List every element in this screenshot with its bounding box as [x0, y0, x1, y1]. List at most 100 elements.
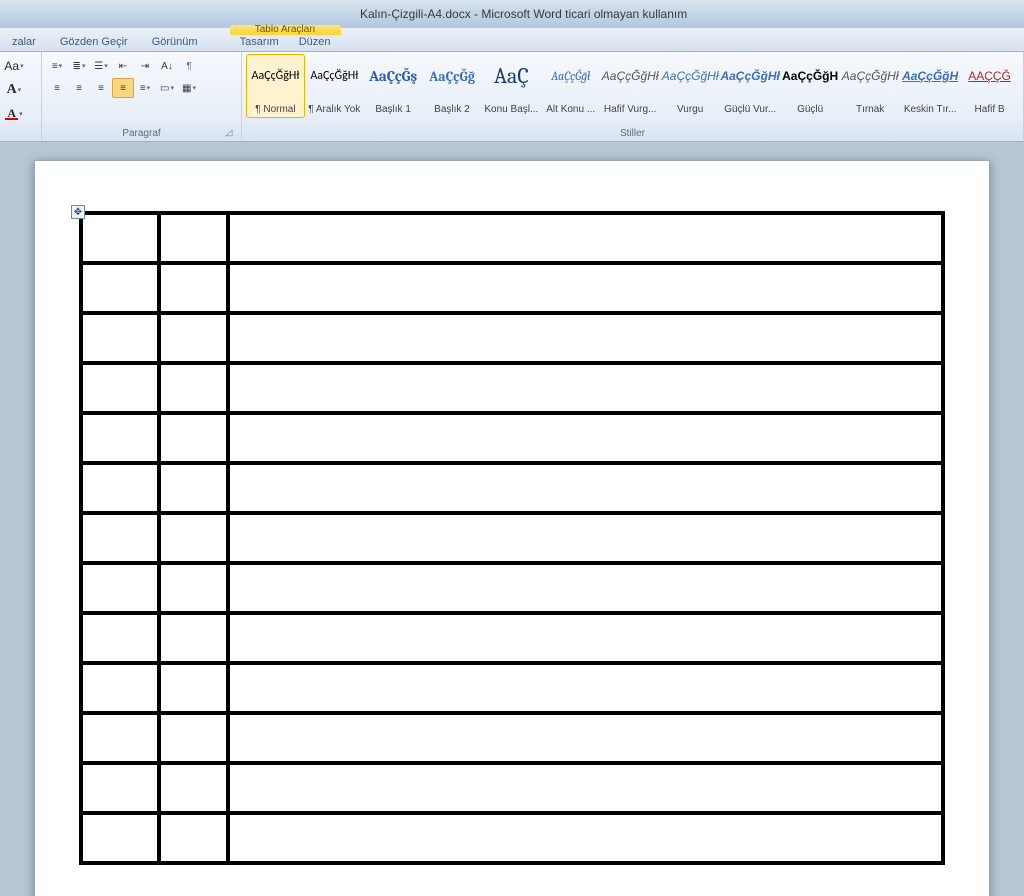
style-item-st-quote[interactable]: AaÇçĞğHłTırnak — [840, 54, 900, 118]
style-item-st-sub[interactable]: AaÇçĞğłAlt Konu ... — [541, 54, 600, 118]
change-case-button[interactable]: Aa — [4, 56, 24, 76]
style-item-st-h2[interactable]: AaÇçĞğBaşlık 2 — [423, 54, 482, 118]
line-spacing-button[interactable] — [134, 78, 156, 98]
style-item-st-nospace[interactable]: AaÇçĞğHł¶ Aralık Yok — [305, 54, 364, 118]
table-row[interactable] — [81, 313, 943, 363]
numbering-button[interactable] — [68, 56, 90, 76]
table-cell[interactable] — [159, 313, 228, 363]
table-cell[interactable] — [81, 763, 159, 813]
table-row[interactable] — [81, 613, 943, 663]
table-cell[interactable] — [228, 663, 943, 713]
table-cell[interactable] — [81, 813, 159, 863]
style-label: Güçlü Vur... — [723, 104, 777, 115]
table-row[interactable] — [81, 663, 943, 713]
borders-button[interactable] — [178, 78, 200, 98]
table-cell[interactable] — [81, 213, 159, 263]
table-row[interactable] — [81, 213, 943, 263]
table-cell[interactable] — [159, 663, 228, 713]
table-cell[interactable] — [159, 563, 228, 613]
font-color-button[interactable]: A — [4, 104, 24, 124]
table-row[interactable] — [81, 763, 943, 813]
style-item-st-normal[interactable]: AaÇçĞğHł¶ Normal — [246, 54, 305, 118]
table-cell[interactable] — [228, 463, 943, 513]
style-item-st-strong[interactable]: AaÇçĞğHGüçlü — [780, 54, 840, 118]
style-item-st-semp[interactable]: AaÇçĞğHłGüçlü Vur... — [720, 54, 780, 118]
table-cell[interactable] — [159, 813, 228, 863]
style-item-st-lite[interactable]: AaÇçĞğHłHafif Vurg... — [600, 54, 660, 118]
table-cell[interactable] — [228, 713, 943, 763]
tab-view[interactable]: Görünüm — [140, 32, 210, 51]
table-cell[interactable] — [228, 313, 943, 363]
table-cell[interactable] — [228, 563, 943, 613]
table-cell[interactable] — [81, 663, 159, 713]
page[interactable]: ✥ — [34, 160, 990, 896]
increase-indent-button[interactable] — [134, 56, 156, 76]
table-cell[interactable] — [159, 763, 228, 813]
tab-review[interactable]: Gözden Geçir — [48, 32, 140, 51]
paragraph-launcher-icon[interactable]: ◿ — [223, 127, 235, 139]
table-cell[interactable] — [81, 313, 159, 363]
table-cell[interactable] — [228, 413, 943, 463]
align-left-button[interactable] — [46, 78, 68, 98]
style-preview: AaÇçĞğH — [782, 59, 838, 93]
table-cell[interactable] — [159, 263, 228, 313]
show-marks-button[interactable] — [178, 56, 200, 76]
table-cell[interactable] — [81, 513, 159, 563]
tab-partial-left[interactable]: zalar — [0, 32, 48, 51]
style-item-st-h1[interactable]: AaÇçĞşBaşlık 1 — [364, 54, 423, 118]
table-cell[interactable] — [81, 363, 159, 413]
group-paragraph-label: Paragraf ◿ — [46, 127, 237, 141]
align-center-button[interactable] — [68, 78, 90, 98]
document-workspace[interactable]: ✥ — [0, 142, 1024, 896]
grow-font-button[interactable]: A — [4, 80, 24, 100]
sort-button[interactable] — [156, 56, 178, 76]
align-justify-button[interactable] — [112, 78, 134, 98]
shading-button[interactable] — [156, 78, 178, 98]
table-row[interactable] — [81, 713, 943, 763]
table-cell[interactable] — [228, 363, 943, 413]
table-row[interactable] — [81, 413, 943, 463]
tab-design[interactable]: Tasarım — [230, 34, 289, 51]
table-cell[interactable] — [81, 413, 159, 463]
table-cell[interactable] — [81, 613, 159, 663]
table-cell[interactable] — [159, 213, 228, 263]
document-table[interactable] — [79, 211, 945, 865]
table-row[interactable] — [81, 513, 943, 563]
bullets-button[interactable] — [46, 56, 68, 76]
table-cell[interactable] — [81, 463, 159, 513]
decrease-indent-button[interactable] — [112, 56, 134, 76]
group-paragraph: Paragraf ◿ — [42, 52, 242, 141]
table-cell[interactable] — [228, 263, 943, 313]
tab-layout[interactable]: Düzen — [289, 34, 341, 51]
group-styles-label: Stiller — [246, 127, 1019, 141]
table-cell[interactable] — [228, 813, 943, 863]
table-cell[interactable] — [159, 613, 228, 663]
table-cell[interactable] — [228, 513, 943, 563]
table-cell[interactable] — [159, 713, 228, 763]
table-cell[interactable] — [81, 563, 159, 613]
table-cell[interactable] — [228, 763, 943, 813]
style-preview: AAÇÇĞ — [968, 59, 1011, 93]
table-cell[interactable] — [159, 413, 228, 463]
table-row[interactable] — [81, 813, 943, 863]
table-row[interactable] — [81, 463, 943, 513]
table-row[interactable] — [81, 363, 943, 413]
table-move-handle[interactable]: ✥ — [71, 205, 85, 219]
multilevel-list-button[interactable] — [90, 56, 112, 76]
style-item-st-emph[interactable]: AaÇçĞğHłVurgu — [660, 54, 720, 118]
style-item-st-iquote[interactable]: AaÇçĞğHKeskin Tır... — [900, 54, 960, 118]
title-bar: Kalın-Çizgili-A4.docx - Microsoft Word t… — [0, 0, 1024, 28]
table-cell[interactable] — [228, 613, 943, 663]
table-cell[interactable] — [81, 713, 159, 763]
table-cell[interactable] — [81, 263, 159, 313]
table-cell[interactable] — [159, 513, 228, 563]
style-item-st-title[interactable]: AaÇKonu Başl... — [481, 54, 541, 118]
table-cell[interactable] — [228, 213, 943, 263]
table-row[interactable] — [81, 263, 943, 313]
table-cell[interactable] — [159, 463, 228, 513]
align-right-button[interactable] — [90, 78, 112, 98]
style-item-st-ref[interactable]: AAÇÇĞHafif B — [960, 54, 1019, 118]
table-row[interactable] — [81, 563, 943, 613]
style-preview: AaÇçĞğHł — [252, 59, 300, 93]
table-cell[interactable] — [159, 363, 228, 413]
